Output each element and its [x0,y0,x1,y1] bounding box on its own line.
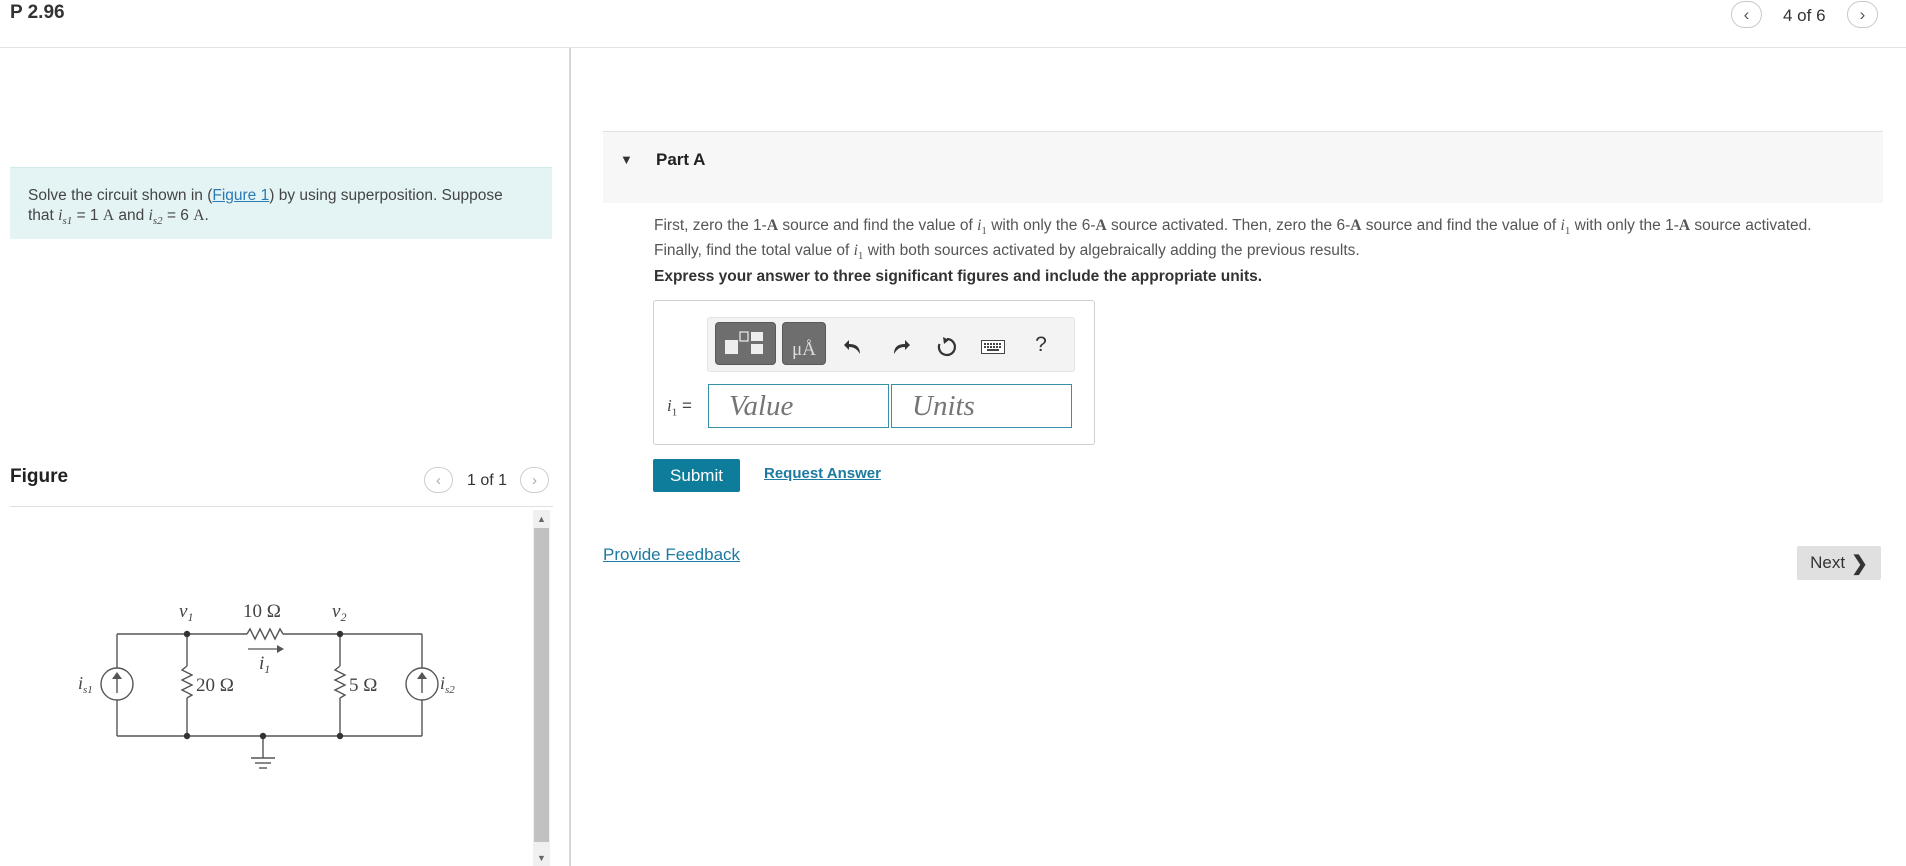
reset-icon[interactable] [932,332,962,362]
templates-button[interactable] [715,322,776,365]
figure-divider [10,506,553,507]
caret-down-icon[interactable]: ▼ [620,152,633,167]
part-instructions: First, zero the 1-A source and find the … [654,217,1812,263]
part-a-header[interactable] [603,131,1883,203]
redo-icon[interactable] [886,332,916,362]
scroll-down-icon[interactable]: ▼ [533,849,550,866]
templates-icon [725,331,763,354]
request-answer-link[interactable]: Request Answer [764,465,881,482]
figure-heading: Figure [10,466,69,487]
prev-problem-button[interactable]: ‹ [1731,1,1762,28]
scroll-thumb[interactable] [534,528,549,842]
next-figure-button[interactable]: › [520,467,549,493]
provide-feedback-link[interactable]: Provide Feedback [603,545,740,565]
value-input[interactable] [708,384,889,428]
header-divider [0,47,1906,48]
circuit-diagram: v1 v2 10 Ω 20 Ω 5 Ω i1 is1 is2 [78,601,455,769]
help-button[interactable]: ? [1026,330,1056,360]
svg-text:is2: is2 [440,673,455,696]
problem-statement: Solve the circuit shown in (Figure 1) by… [10,167,552,239]
chevron-left-icon: ‹ [1743,4,1750,24]
units-input[interactable] [891,384,1072,428]
answer-label: i1 = [667,396,692,419]
svg-text:is1: is1 [78,673,93,696]
undo-icon[interactable] [838,332,868,362]
next-label: Next [1810,553,1846,572]
figure-link[interactable]: Figure 1 [212,187,269,204]
column-divider [569,48,571,866]
scroll-up-icon[interactable]: ▲ [533,510,550,527]
page-title: P 2.96 [10,2,65,23]
problem-pager: 4 of 6 [1783,6,1826,25]
svg-text:i1: i1 [259,653,270,676]
keyboard-icon[interactable] [978,332,1008,362]
chevron-right-icon: ❯ [1851,552,1868,575]
chevron-right-icon: › [1859,4,1866,24]
prev-figure-button[interactable]: ‹ [424,467,453,493]
svg-text:v1: v1 [179,601,193,624]
submit-button[interactable]: Submit [653,459,740,492]
chevron-left-icon: ‹ [436,471,441,489]
svg-text:v2: v2 [332,601,346,624]
svg-text:20 Ω: 20 Ω [196,675,234,696]
units-tool-button[interactable]: μÅ [782,322,826,365]
chevron-right-icon: › [532,471,537,489]
next-problem-button[interactable]: › [1847,1,1878,28]
part-title: Part A [656,150,706,169]
answer-instructions: Express your answer to three significant… [654,268,1263,285]
next-button[interactable]: Next ❯ [1797,546,1881,580]
figure-pager: 1 of 1 [467,472,508,489]
svg-text:10 Ω: 10 Ω [243,601,281,622]
svg-text:5 Ω: 5 Ω [349,675,377,696]
